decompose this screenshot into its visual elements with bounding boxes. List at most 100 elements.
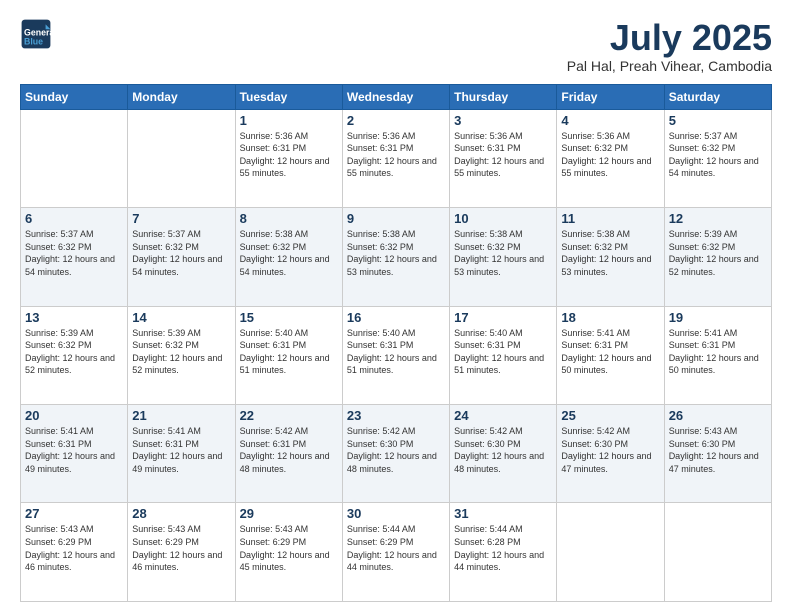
calendar-cell: 17Sunrise: 5:40 AM Sunset: 6:31 PM Dayli… bbox=[450, 306, 557, 404]
calendar-cell: 14Sunrise: 5:39 AM Sunset: 6:32 PM Dayli… bbox=[128, 306, 235, 404]
calendar-table: SundayMondayTuesdayWednesdayThursdayFrid… bbox=[20, 84, 772, 602]
day-number: 30 bbox=[347, 506, 445, 521]
weekday-header-friday: Friday bbox=[557, 84, 664, 109]
day-info: Sunrise: 5:42 AM Sunset: 6:30 PM Dayligh… bbox=[347, 425, 445, 475]
day-info: Sunrise: 5:42 AM Sunset: 6:31 PM Dayligh… bbox=[240, 425, 338, 475]
calendar-cell: 29Sunrise: 5:43 AM Sunset: 6:29 PM Dayli… bbox=[235, 503, 342, 602]
calendar-cell: 24 Sunrise: 5:42 AM Sunset: 6:30 PM Dayli… bbox=[450, 405, 557, 503]
calendar-cell: 16 Sunrise: 5:40 AM Sunset: 6:31 PM Dayli… bbox=[342, 306, 449, 404]
day-info: Sunrise: 5:44 AM Sunset: 6:28 PM Dayligh… bbox=[454, 523, 552, 573]
day-info: Sunrise: 5:43 AM Sunset: 6:29 PM Dayligh… bbox=[240, 523, 338, 573]
day-number: 14 bbox=[132, 310, 230, 325]
day-info: Sunrise: 5:41 AM Sunset: 6:31 PM Dayligh… bbox=[132, 425, 230, 475]
day-number: 12 bbox=[669, 211, 767, 226]
calendar-cell: 15Sunrise: 5:40 AM Sunset: 6:31 PM Dayli… bbox=[235, 306, 342, 404]
day-number: 18 bbox=[561, 310, 659, 325]
day-number: 20 bbox=[25, 408, 123, 423]
logo-icon: General Blue bbox=[20, 18, 52, 50]
calendar-cell: 20Sunrise: 5:41 AM Sunset: 6:31 PM Dayli… bbox=[21, 405, 128, 503]
day-info: Sunrise: 5:37 AM Sunset: 6:32 PM Dayligh… bbox=[132, 228, 230, 278]
day-info: Sunrise: 5:41 AM Sunset: 6:31 PM Dayligh… bbox=[561, 327, 659, 377]
weekday-header-thursday: Thursday bbox=[450, 84, 557, 109]
day-info: Sunrise: 5:38 AM Sunset: 6:32 PM Dayligh… bbox=[240, 228, 338, 278]
day-info: Sunrise: 5:38 AM Sunset: 6:32 PM Dayligh… bbox=[347, 228, 445, 278]
calendar-cell: 25 Sunrise: 5:42 AM Sunset: 6:30 PM Dayli… bbox=[557, 405, 664, 503]
day-info: Sunrise: 5:40 AM Sunset: 6:31 PM Dayligh… bbox=[454, 327, 552, 377]
page: General Blue July 2025 Pal Hal, Preah Vi… bbox=[0, 0, 792, 612]
weekday-header-monday: Monday bbox=[128, 84, 235, 109]
calendar-cell: 6 Sunrise: 5:37 AM Sunset: 6:32 PM Daylig… bbox=[21, 208, 128, 306]
day-number: 4 bbox=[561, 113, 659, 128]
day-info: Sunrise: 5:38 AM Sunset: 6:32 PM Dayligh… bbox=[561, 228, 659, 278]
day-info: Sunrise: 5:43 AM Sunset: 6:30 PM Dayligh… bbox=[669, 425, 767, 475]
calendar-cell: 2Sunrise: 5:36 AM Sunset: 6:31 PM Daylig… bbox=[342, 109, 449, 207]
weekday-header-row: SundayMondayTuesdayWednesdayThursdayFrid… bbox=[21, 84, 772, 109]
calendar-cell bbox=[664, 503, 771, 602]
calendar-cell bbox=[21, 109, 128, 207]
calendar-cell: 22Sunrise: 5:42 AM Sunset: 6:31 PM Dayli… bbox=[235, 405, 342, 503]
svg-text:Blue: Blue bbox=[24, 36, 43, 46]
calendar-cell: 9 Sunrise: 5:38 AM Sunset: 6:32 PM Daylig… bbox=[342, 208, 449, 306]
calendar-cell: 19 Sunrise: 5:41 AM Sunset: 6:31 PM Dayli… bbox=[664, 306, 771, 404]
day-number: 6 bbox=[25, 211, 123, 226]
day-number: 9 bbox=[347, 211, 445, 226]
day-number: 13 bbox=[25, 310, 123, 325]
month-title: July 2025 bbox=[567, 18, 772, 58]
day-number: 24 bbox=[454, 408, 552, 423]
day-info: Sunrise: 5:40 AM Sunset: 6:31 PM Dayligh… bbox=[347, 327, 445, 377]
calendar-week-row: 27 Sunrise: 5:43 AM Sunset: 6:29 PM Dayli… bbox=[21, 503, 772, 602]
calendar-cell: 11 Sunrise: 5:38 AM Sunset: 6:32 PM Dayli… bbox=[557, 208, 664, 306]
day-number: 10 bbox=[454, 211, 552, 226]
day-info: Sunrise: 5:36 AM Sunset: 6:31 PM Dayligh… bbox=[240, 130, 338, 180]
day-number: 15 bbox=[240, 310, 338, 325]
title-section: July 2025 Pal Hal, Preah Vihear, Cambodi… bbox=[567, 18, 772, 74]
calendar-cell: 1Sunrise: 5:36 AM Sunset: 6:31 PM Daylig… bbox=[235, 109, 342, 207]
day-number: 21 bbox=[132, 408, 230, 423]
day-number: 8 bbox=[240, 211, 338, 226]
day-info: Sunrise: 5:38 AM Sunset: 6:32 PM Dayligh… bbox=[454, 228, 552, 278]
day-number: 31 bbox=[454, 506, 552, 521]
weekday-header-tuesday: Tuesday bbox=[235, 84, 342, 109]
calendar-cell: 8 Sunrise: 5:38 AM Sunset: 6:32 PM Daylig… bbox=[235, 208, 342, 306]
calendar-week-row: 6 Sunrise: 5:37 AM Sunset: 6:32 PM Daylig… bbox=[21, 208, 772, 306]
calendar-cell: 21 Sunrise: 5:41 AM Sunset: 6:31 PM Dayli… bbox=[128, 405, 235, 503]
day-info: Sunrise: 5:43 AM Sunset: 6:29 PM Dayligh… bbox=[132, 523, 230, 573]
day-info: Sunrise: 5:37 AM Sunset: 6:32 PM Dayligh… bbox=[669, 130, 767, 180]
day-number: 27 bbox=[25, 506, 123, 521]
calendar-cell: 5 Sunrise: 5:37 AM Sunset: 6:32 PM Daylig… bbox=[664, 109, 771, 207]
calendar-cell: 30 Sunrise: 5:44 AM Sunset: 6:29 PM Dayli… bbox=[342, 503, 449, 602]
day-number: 25 bbox=[561, 408, 659, 423]
calendar-cell: 28 Sunrise: 5:43 AM Sunset: 6:29 PM Dayli… bbox=[128, 503, 235, 602]
day-number: 5 bbox=[669, 113, 767, 128]
day-info: Sunrise: 5:43 AM Sunset: 6:29 PM Dayligh… bbox=[25, 523, 123, 573]
calendar-cell: 26 Sunrise: 5:43 AM Sunset: 6:30 PM Dayli… bbox=[664, 405, 771, 503]
day-info: Sunrise: 5:39 AM Sunset: 6:32 PM Dayligh… bbox=[25, 327, 123, 377]
calendar-cell: 3 Sunrise: 5:36 AM Sunset: 6:31 PM Daylig… bbox=[450, 109, 557, 207]
day-number: 26 bbox=[669, 408, 767, 423]
weekday-header-wednesday: Wednesday bbox=[342, 84, 449, 109]
day-info: Sunrise: 5:42 AM Sunset: 6:30 PM Dayligh… bbox=[454, 425, 552, 475]
day-info: Sunrise: 5:42 AM Sunset: 6:30 PM Dayligh… bbox=[561, 425, 659, 475]
calendar-week-row: 13 Sunrise: 5:39 AM Sunset: 6:32 PM Dayli… bbox=[21, 306, 772, 404]
day-number: 28 bbox=[132, 506, 230, 521]
location: Pal Hal, Preah Vihear, Cambodia bbox=[567, 58, 772, 74]
day-number: 11 bbox=[561, 211, 659, 226]
calendar-cell: 12 Sunrise: 5:39 AM Sunset: 6:32 PM Dayli… bbox=[664, 208, 771, 306]
calendar-cell: 10 Sunrise: 5:38 AM Sunset: 6:32 PM Dayli… bbox=[450, 208, 557, 306]
logo: General Blue bbox=[20, 18, 56, 50]
day-info: Sunrise: 5:36 AM Sunset: 6:31 PM Dayligh… bbox=[347, 130, 445, 180]
day-info: Sunrise: 5:37 AM Sunset: 6:32 PM Dayligh… bbox=[25, 228, 123, 278]
calendar-cell: 18 Sunrise: 5:41 AM Sunset: 6:31 PM Dayli… bbox=[557, 306, 664, 404]
calendar-cell: 27 Sunrise: 5:43 AM Sunset: 6:29 PM Dayli… bbox=[21, 503, 128, 602]
day-number: 16 bbox=[347, 310, 445, 325]
day-info: Sunrise: 5:36 AM Sunset: 6:31 PM Dayligh… bbox=[454, 130, 552, 180]
calendar-cell bbox=[557, 503, 664, 602]
day-info: Sunrise: 5:39 AM Sunset: 6:32 PM Dayligh… bbox=[669, 228, 767, 278]
day-info: Sunrise: 5:41 AM Sunset: 6:31 PM Dayligh… bbox=[669, 327, 767, 377]
day-number: 19 bbox=[669, 310, 767, 325]
day-info: Sunrise: 5:44 AM Sunset: 6:29 PM Dayligh… bbox=[347, 523, 445, 573]
day-number: 7 bbox=[132, 211, 230, 226]
day-info: Sunrise: 5:36 AM Sunset: 6:32 PM Dayligh… bbox=[561, 130, 659, 180]
day-number: 3 bbox=[454, 113, 552, 128]
calendar-week-row: 20 Sunrise: 5:41 AM Sunset: 6:31 PM Dayli… bbox=[21, 405, 772, 503]
